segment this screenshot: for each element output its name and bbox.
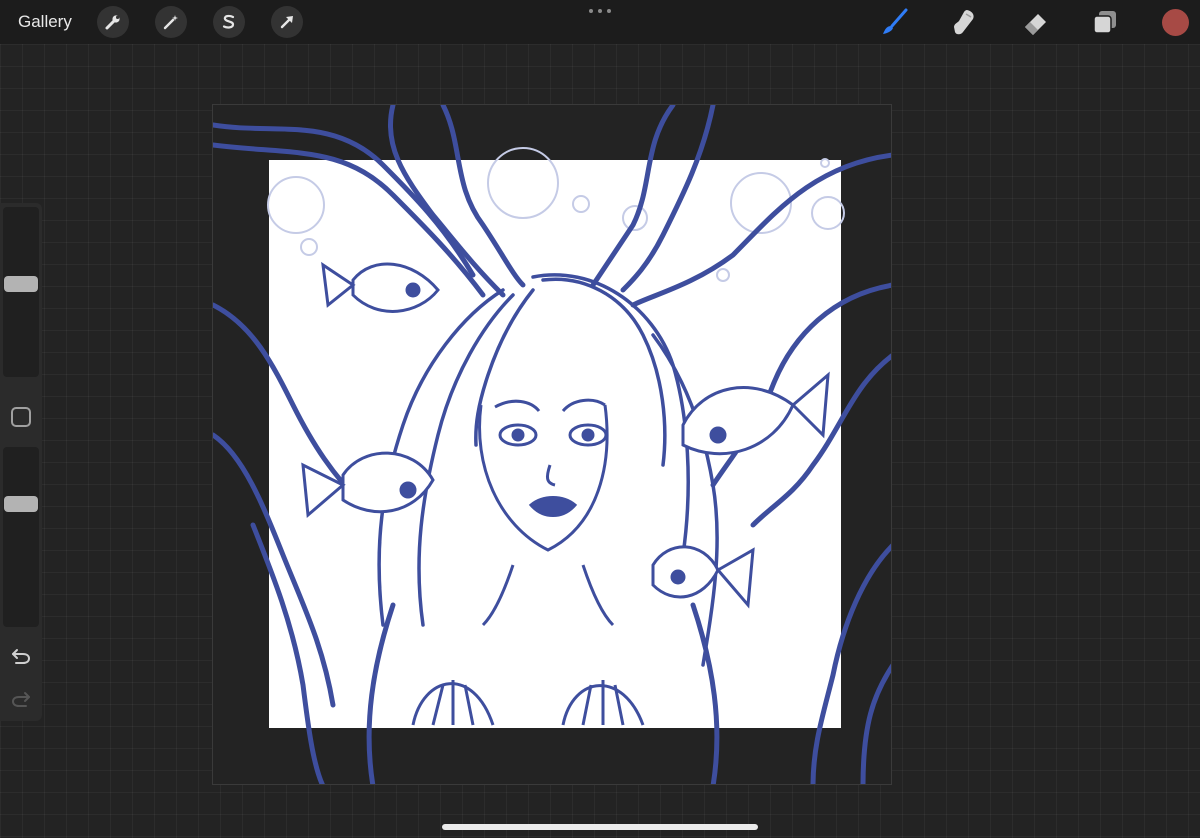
layers-button[interactable] [1091,8,1119,36]
color-picker-button[interactable] [1162,9,1189,36]
eraser-icon [1025,14,1046,35]
opacity-slider[interactable] [3,447,39,627]
actions-button[interactable] [97,6,129,38]
adjustments-button[interactable] [155,6,187,38]
more-dots-icon[interactable] [589,4,611,18]
arrow-cursor-icon [280,16,293,29]
undo-icon[interactable] [10,644,32,666]
smudge-finger-icon [954,10,974,35]
brush-icon [883,8,908,34]
layers-icon [1093,11,1116,34]
brush-tool-button[interactable] [881,8,909,36]
selection-s-icon [222,14,235,29]
mermaid-artwork [213,105,891,784]
gallery-button[interactable]: Gallery [18,12,72,32]
transform-button[interactable] [271,6,303,38]
eraser-tool-button[interactable] [1021,8,1049,36]
top-toolbar: Gallery [0,0,1200,44]
selection-button[interactable] [213,6,245,38]
wrench-icon [105,15,120,30]
drawing-canvas[interactable] [212,104,892,785]
home-indicator[interactable] [442,824,758,830]
left-sidebar [0,203,42,721]
square-outline-icon[interactable] [11,407,31,427]
brush-size-slider-thumb[interactable] [4,276,38,293]
magic-wand-icon [163,15,178,30]
redo-icon[interactable] [10,687,32,709]
smudge-tool-button[interactable] [950,8,978,36]
opacity-slider-thumb[interactable] [4,496,38,513]
